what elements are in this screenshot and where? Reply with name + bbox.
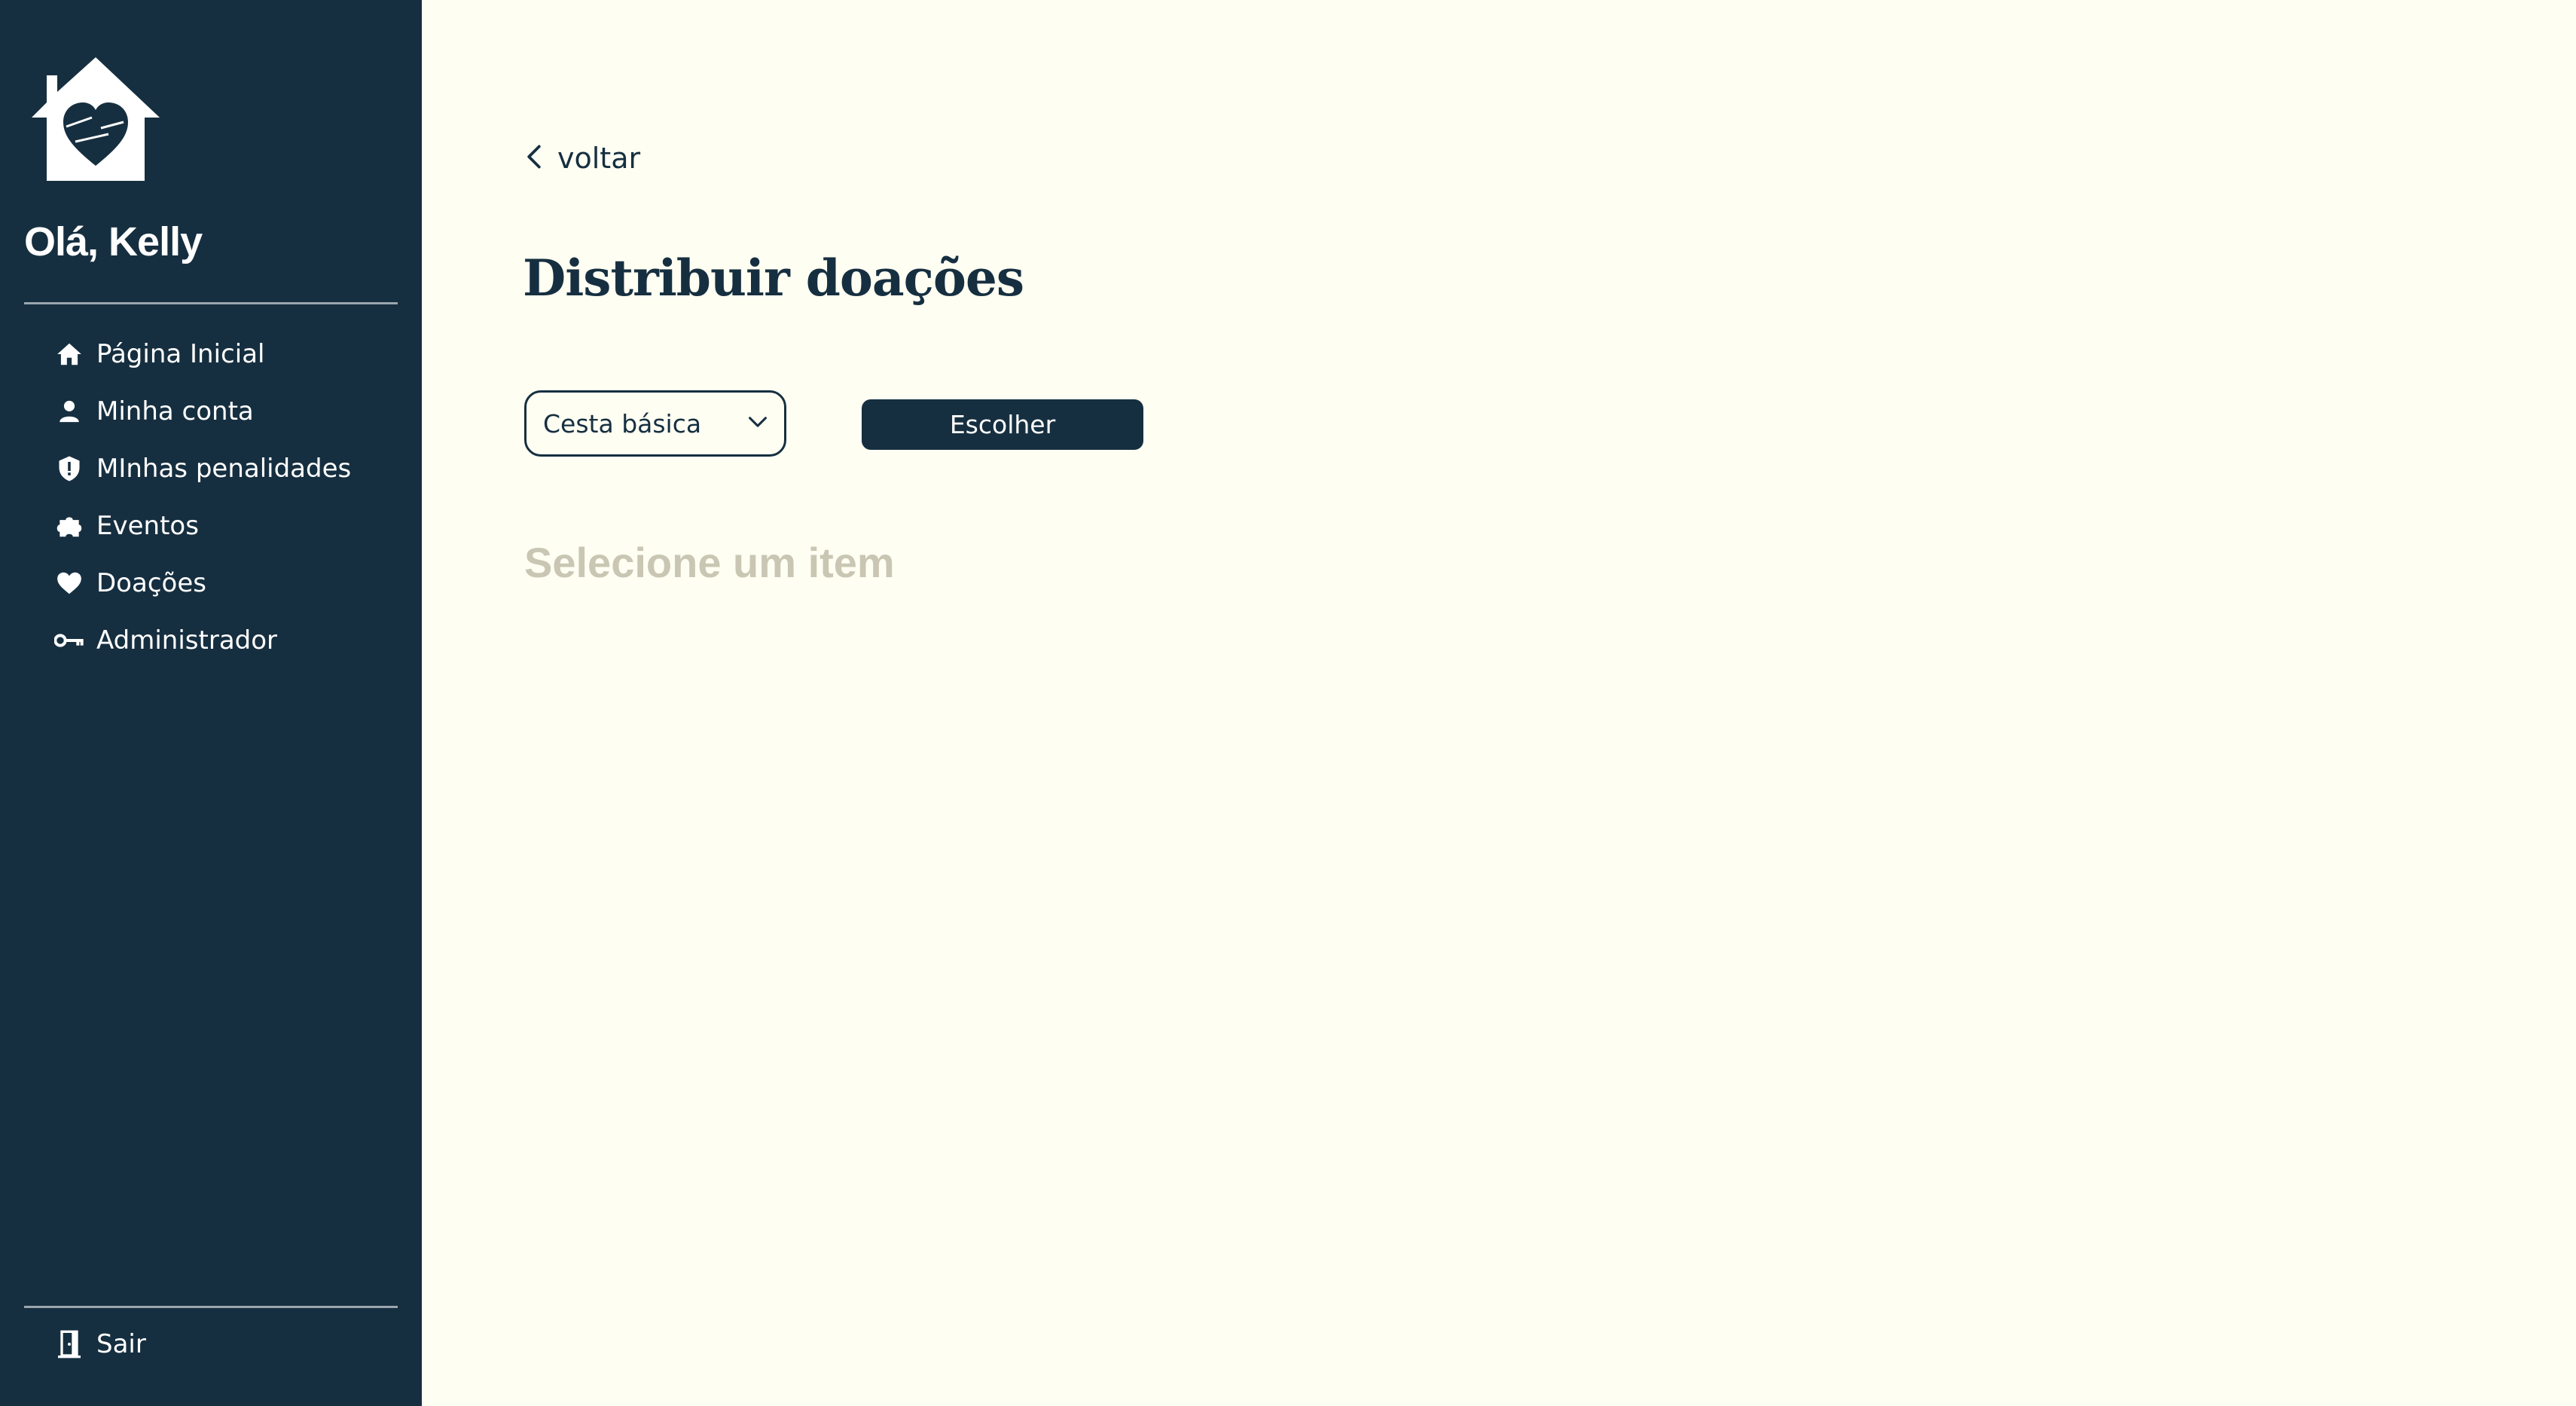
back-label: voltar	[557, 142, 641, 175]
logout-label: Sair	[96, 1329, 146, 1359]
sidebar-nav: Página Inicial Minha conta MInhas penali…	[0, 326, 422, 669]
logout-section: Sair	[0, 1316, 422, 1373]
page-title: Distribuir doações	[523, 249, 1024, 307]
shield-alert-icon	[54, 454, 84, 484]
sidebar-item-label: MInhas penalidades	[96, 454, 352, 484]
key-icon	[54, 625, 84, 656]
sidebar-item-events[interactable]: Eventos	[0, 497, 422, 555]
sidebar-item-label: Doações	[96, 568, 206, 598]
heart-icon	[54, 568, 84, 598]
sidebar-item-label: Página Inicial	[96, 339, 265, 369]
choose-button[interactable]: Escolher	[862, 399, 1143, 450]
home-icon	[54, 339, 84, 369]
chevron-left-icon	[526, 144, 542, 173]
sidebar-item-donations[interactable]: Doações	[0, 555, 422, 612]
greeting: Olá, Kelly	[24, 219, 203, 264]
house-heart-logo-icon	[30, 53, 161, 184]
empty-state-message: Selecione um item	[524, 539, 895, 586]
back-link[interactable]: voltar	[526, 142, 640, 175]
sidebar-item-account[interactable]: Minha conta	[0, 383, 422, 440]
sidebar-item-label: Eventos	[96, 511, 199, 541]
sidebar-divider	[24, 302, 398, 304]
sidebar-item-admin[interactable]: Administrador	[0, 612, 422, 669]
main-content: voltar Distribuir doações Cesta básica E…	[422, 0, 2576, 1406]
item-select[interactable]: Cesta básica	[524, 390, 786, 457]
sidebar-item-label: Administrador	[96, 625, 278, 656]
sidebar-item-home[interactable]: Página Inicial	[0, 326, 422, 383]
puzzle-icon	[54, 511, 84, 541]
sidebar: Olá, Kelly Página Inicial Minha conta MI…	[0, 0, 422, 1406]
sidebar-item-penalties[interactable]: MInhas penalidades	[0, 440, 422, 497]
sidebar-divider	[24, 1306, 398, 1308]
item-select-value: Cesta básica	[543, 408, 702, 439]
door-exit-icon	[54, 1329, 84, 1359]
user-icon	[54, 396, 84, 426]
chevron-down-icon	[748, 415, 768, 432]
sidebar-item-label: Minha conta	[96, 396, 254, 426]
logout-button[interactable]: Sair	[0, 1316, 422, 1373]
